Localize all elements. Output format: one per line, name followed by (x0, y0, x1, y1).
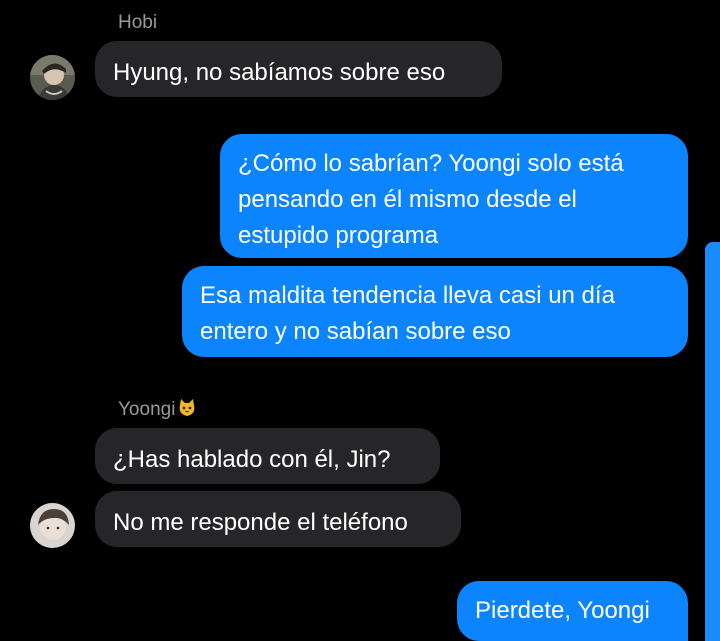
message-text-line: pensando en él mismo desde el (238, 186, 577, 213)
chat-scrollbar[interactable] (705, 242, 720, 641)
message-text-line: ¿Cómo lo sabrían? Yoongi solo está (238, 150, 624, 177)
message-text: Hyung, no sabíamos sobre eso (113, 59, 446, 86)
avatar-yoongi-image (30, 503, 75, 548)
sender-name-text: Yoongi (118, 399, 176, 420)
sender-name-yoongi: Yoongi (118, 398, 197, 424)
message-text-line: Esa maldita tendencia lleva casi un día (200, 282, 615, 309)
avatar-hobi-image (30, 55, 75, 100)
message-bubble-outgoing[interactable]: Pierdete, Yoongi (457, 581, 688, 641)
sender-name-hobi: Hobi (118, 12, 158, 33)
message-bubble-outgoing[interactable]: ¿Cómo lo sabrían? Yoongi solo está pensa… (220, 134, 688, 258)
message-text-line: entero y no sabían sobre eso (200, 318, 511, 345)
message-bubble-incoming[interactable]: Hyung, no sabíamos sobre eso (95, 41, 502, 97)
cat-face-icon (177, 398, 197, 424)
message-text: Pierdete, Yoongi (475, 597, 650, 624)
message-bubble-outgoing[interactable]: Esa maldita tendencia lleva casi un día … (182, 266, 688, 357)
avatar-hobi[interactable] (30, 55, 75, 100)
avatar-yoongi[interactable] (30, 503, 75, 548)
message-text: ¿Has hablado con él, Jin? (113, 446, 391, 473)
message-text-line: estupido programa (238, 222, 439, 249)
message-bubble-incoming[interactable]: ¿Has hablado con él, Jin? (95, 428, 440, 484)
message-bubble-incoming[interactable]: No me responde el teléfono (95, 491, 461, 547)
message-text: No me responde el teléfono (113, 509, 408, 536)
